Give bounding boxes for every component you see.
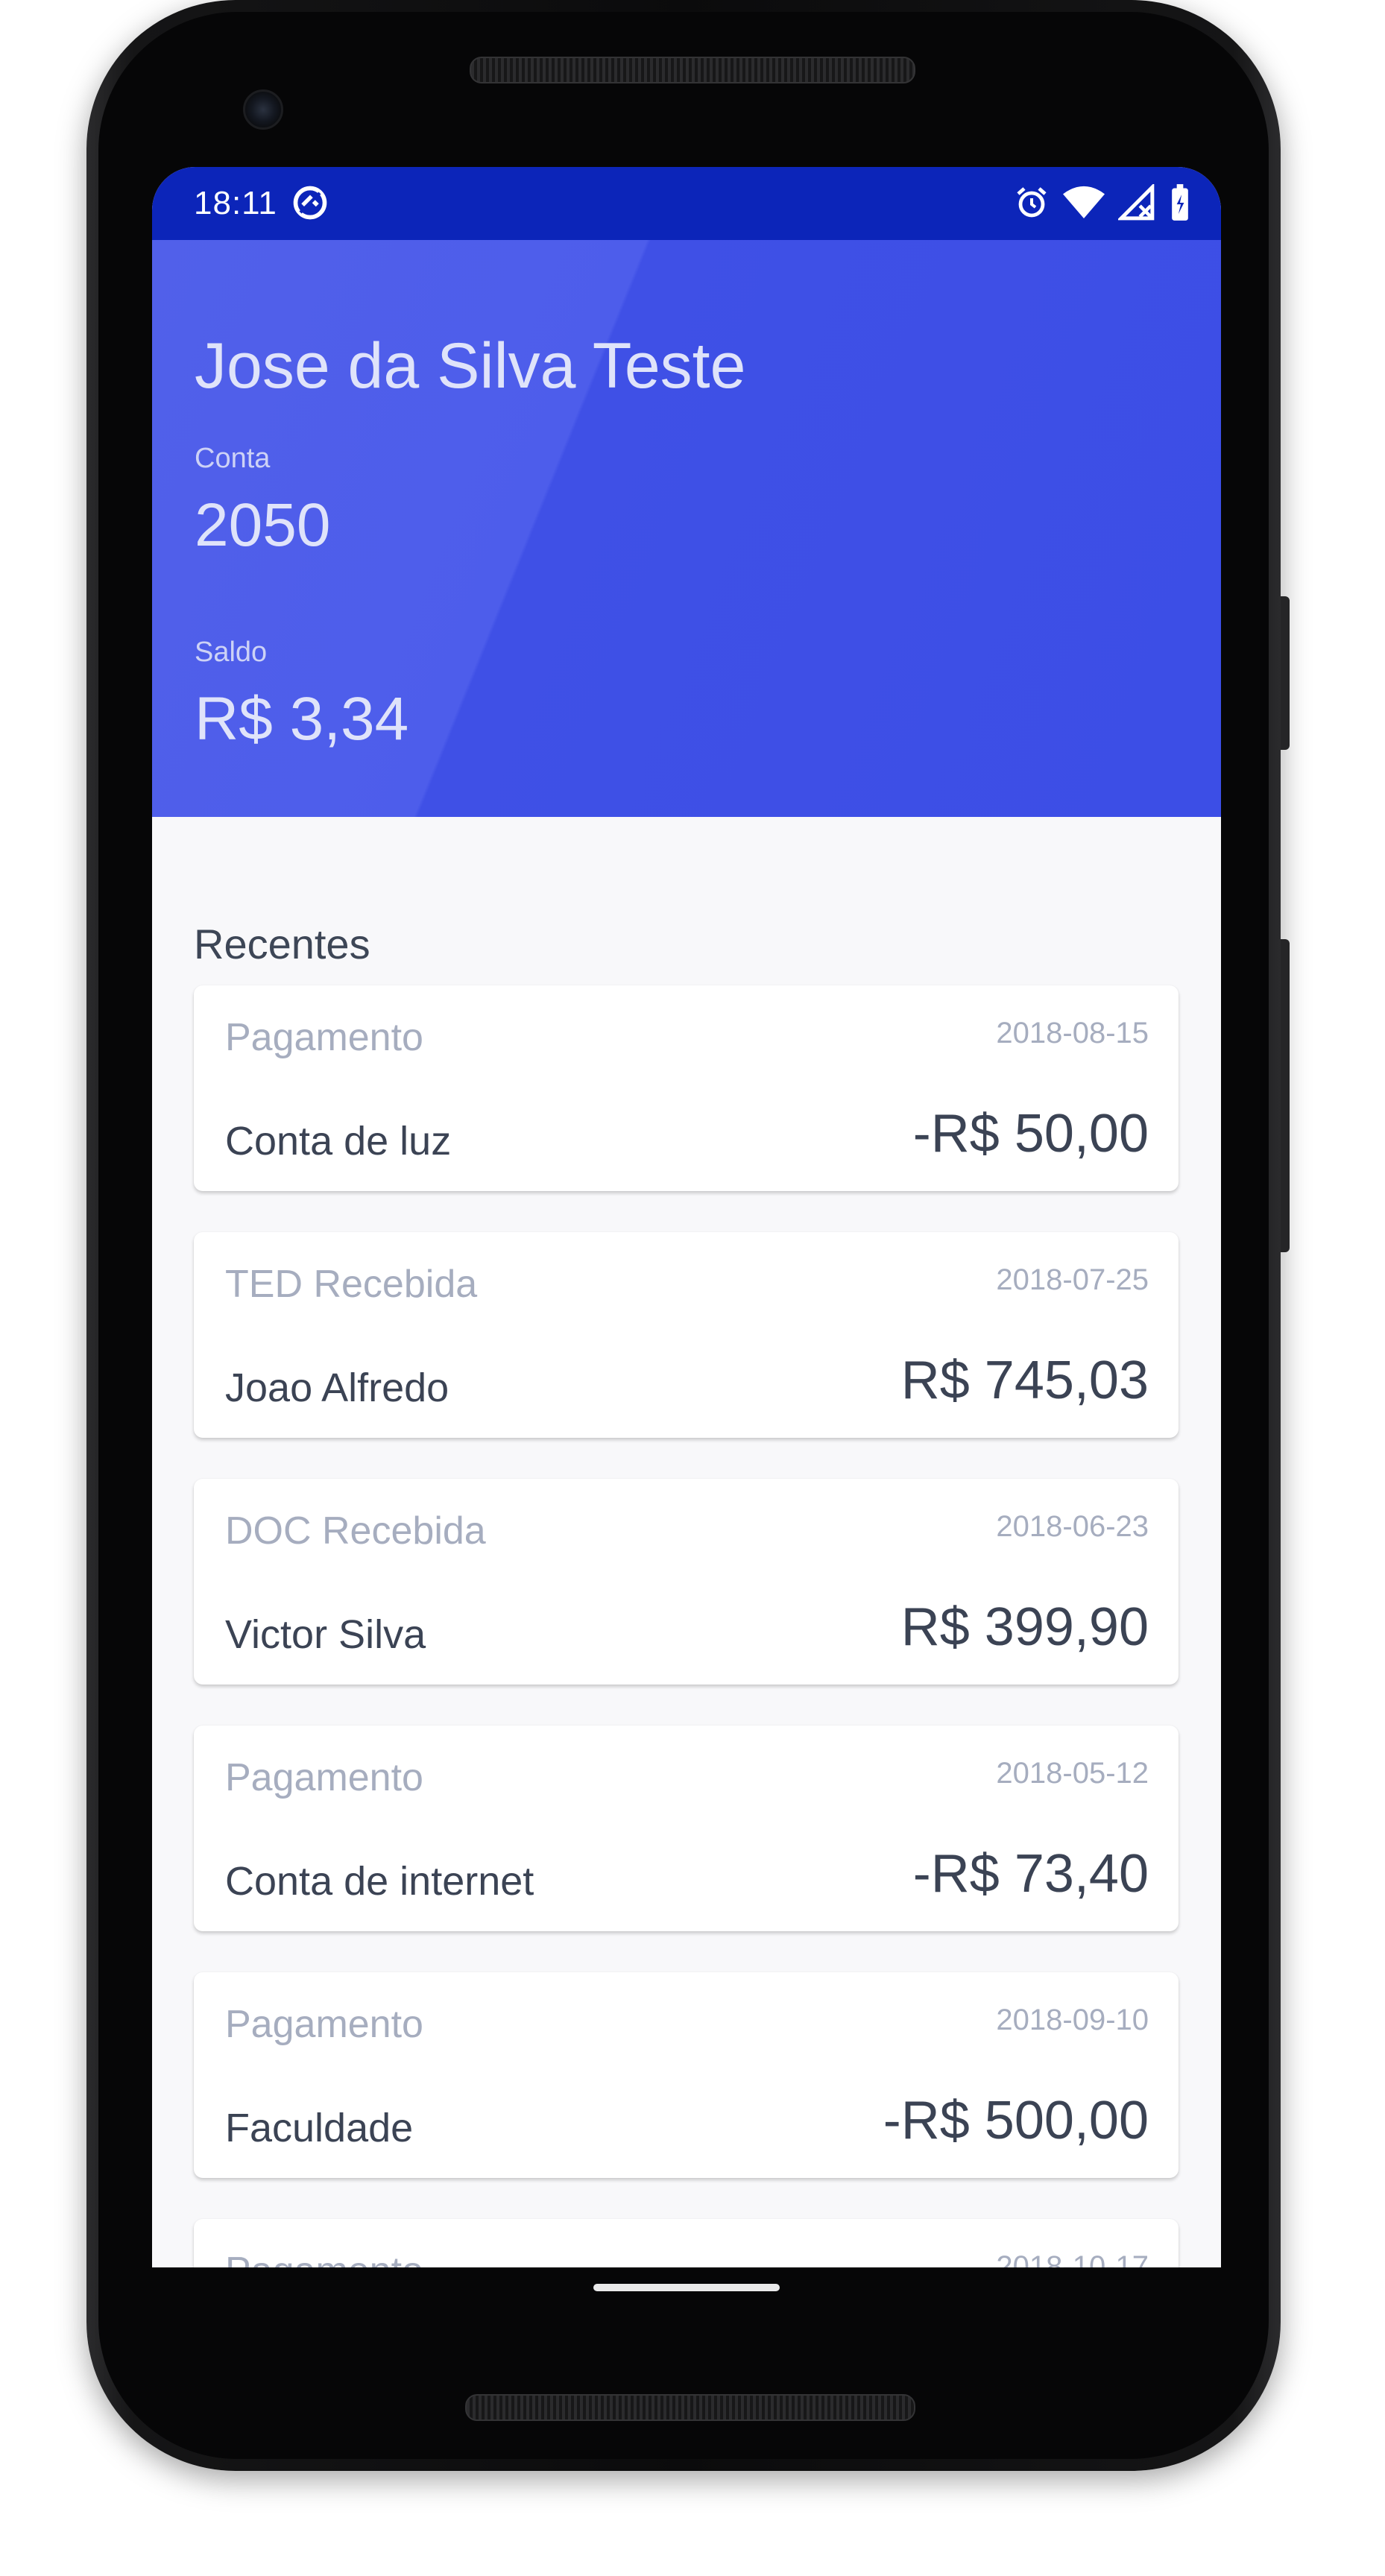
transaction-amount: R$ 399,90 — [900, 1597, 1149, 1657]
account-number: 2050 — [195, 491, 331, 559]
status-bar: 18:11 — [152, 167, 1221, 240]
section-title: Recentes — [194, 921, 370, 967]
transaction-type: Pagamento — [225, 1016, 423, 1059]
earpiece-speaker — [470, 57, 915, 83]
battery-icon — [1172, 184, 1188, 221]
transaction-card[interactable]: Pagamento 2018-08-15 Conta de luz -R$ 50… — [194, 985, 1179, 1191]
transaction-amount: R$ 745,03 — [900, 1351, 1149, 1410]
transaction-card[interactable]: Pagamento 2018-09-10 Faculdade -R$ 500,0… — [194, 1972, 1179, 2178]
transaction-amount: -R$ 500,00 — [883, 2091, 1149, 2150]
account-holder-name: Jose da Silva Teste — [195, 330, 746, 402]
account-header: Jose da Silva Teste Conta 2050 Saldo R$ … — [152, 240, 1221, 817]
transaction-description: Joao Alfredo — [225, 1366, 449, 1410]
balance-value: R$ 3,34 — [195, 685, 409, 753]
transaction-date: 2018-07-25 — [996, 1263, 1149, 1296]
app-screen: 18:11 Jose da Silva Teste Conta 2050 Sal… — [152, 167, 1221, 2267]
sync-icon — [293, 186, 327, 220]
status-time: 18:11 — [194, 185, 277, 221]
wifi-icon — [1063, 186, 1105, 218]
signal-icon — [1118, 184, 1155, 221]
navigation-bar — [152, 2267, 1221, 2309]
recent-transactions: Recentes Pagamento 2018-08-15 Conta de l… — [152, 817, 1221, 2267]
bottom-speaker — [465, 2394, 915, 2421]
transaction-amount: -R$ 73,40 — [912, 1844, 1149, 1904]
transaction-card[interactable]: TED Recebida 2018-07-25 Joao Alfredo R$ … — [194, 1232, 1179, 1438]
status-icons — [1014, 183, 1191, 222]
transaction-amount: -R$ 50,00 — [912, 1104, 1149, 1164]
transaction-description: Conta de luz — [225, 1119, 452, 1164]
alarm-icon — [1017, 187, 1047, 218]
transaction-date: 2018-09-10 — [996, 2004, 1149, 2036]
transaction-type: DOC Recebida — [225, 1509, 486, 1553]
front-camera — [243, 89, 283, 130]
balance-label: Saldo — [195, 637, 268, 668]
transaction-type: Pagamento — [225, 2249, 423, 2267]
transaction-card[interactable]: DOC Recebida 2018-06-23 Victor Silva R$ … — [194, 1479, 1179, 1685]
transaction-date: 2018-05-12 — [996, 1757, 1149, 1790]
transaction-date: 2018-08-15 — [996, 1017, 1149, 1049]
transaction-date: 2018-10-17 — [996, 2250, 1149, 2267]
transaction-type: Pagamento — [225, 1756, 423, 1799]
transaction-description: Victor Silva — [225, 1612, 426, 1657]
transaction-card[interactable]: Pagamento 2018-05-12 Conta de internet -… — [194, 1726, 1179, 1931]
account-label: Conta — [195, 443, 271, 474]
transaction-date: 2018-06-23 — [996, 1510, 1149, 1543]
power-button — [1281, 939, 1290, 1252]
transaction-description: Conta de internet — [225, 1859, 534, 1904]
transaction-type: TED Recebida — [225, 1263, 478, 1306]
transaction-card[interactable]: Pagamento 2018-10-17 — [194, 2219, 1179, 2267]
transaction-description: Faculdade — [225, 2106, 414, 2150]
volume-button — [1281, 596, 1290, 750]
home-gesture-handle[interactable] — [593, 2284, 780, 2291]
transaction-type: Pagamento — [225, 2003, 423, 2046]
